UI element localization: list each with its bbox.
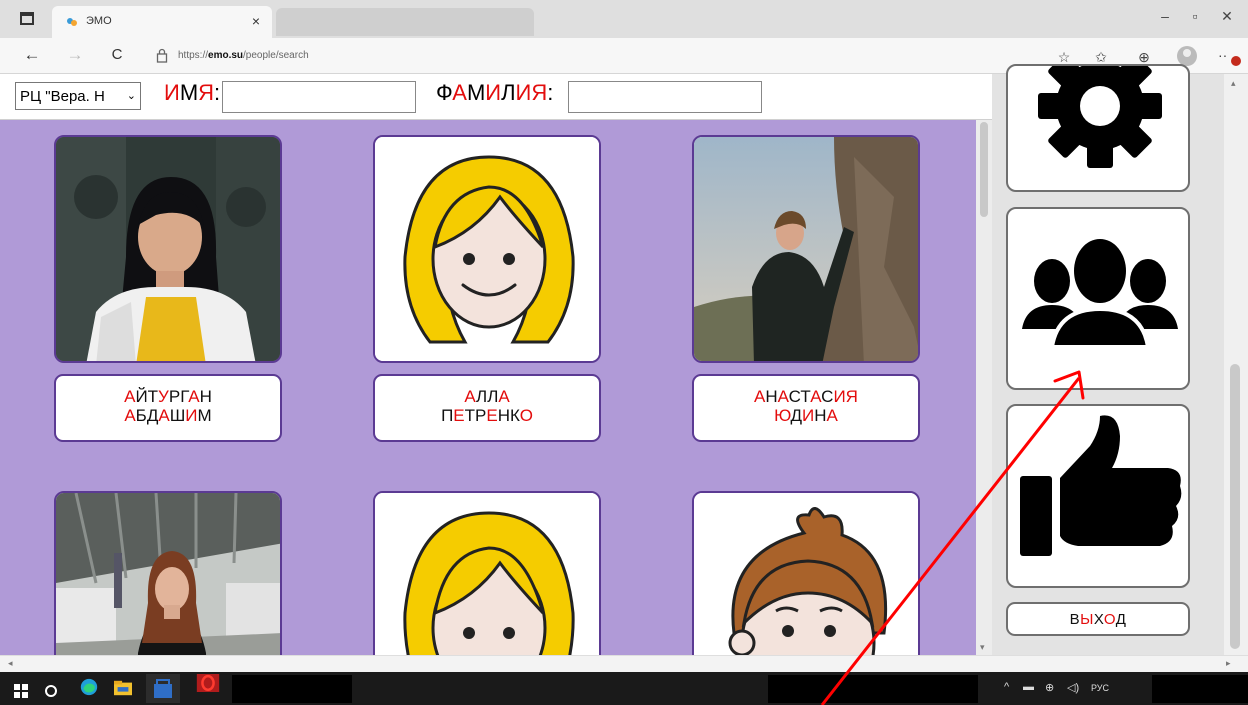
- last-name-label: ФАМИЛИЯ:: [436, 80, 554, 105]
- minimize-window-button[interactable]: –: [1150, 8, 1180, 24]
- lock-icon: [156, 48, 168, 63]
- people-button[interactable]: [1006, 207, 1190, 390]
- person-name-card[interactable]: АЙТУРГАН АБДАШИМ: [54, 374, 282, 442]
- page-scrollbar[interactable]: ▴: [1224, 74, 1248, 655]
- person-photo[interactable]: [54, 135, 282, 363]
- language-indicator[interactable]: РУС: [1091, 683, 1109, 693]
- url-text: https://emo.su/people/search: [178, 50, 309, 61]
- people-group-icon: [1022, 239, 1178, 349]
- tray-caret-icon[interactable]: ^: [1004, 681, 1009, 693]
- person-first-name: АЙТУРГАН: [124, 387, 212, 406]
- more-menu-icon[interactable]: ··: [1218, 47, 1227, 63]
- sidebar-menu: ВЫХОД: [992, 64, 1224, 655]
- person-last-name: ЮДИНА: [774, 406, 838, 425]
- address-bar[interactable]: https://emo.su/people/search: [146, 43, 1026, 69]
- person-avatar[interactable]: [373, 491, 601, 655]
- profile-avatar-icon[interactable]: [1177, 46, 1197, 66]
- person-last-name: АБДАШИМ: [124, 406, 212, 425]
- browser-tab-emo[interactable]: ЭМО ×: [52, 6, 272, 38]
- scroll-down-icon[interactable]: ▾: [980, 642, 985, 653]
- browser-tab-strip: ЭМО × – ▫ ✕: [0, 0, 1248, 38]
- person-photo[interactable]: [692, 135, 920, 363]
- back-button[interactable]: ←: [20, 45, 44, 65]
- person-last-name: ПЕТРЕНКО: [441, 406, 533, 425]
- forward-button[interactable]: →: [63, 45, 87, 65]
- person-first-name: АНАСТАСИЯ: [754, 387, 858, 406]
- scroll-left-icon[interactable]: ◂: [8, 658, 13, 669]
- reload-button[interactable]: C: [105, 46, 129, 63]
- person-name-card[interactable]: АЛЛА ПЕТРЕНКО: [373, 374, 601, 442]
- opera-browser-icon[interactable]: [190, 674, 226, 692]
- inactive-tab-area[interactable]: [276, 8, 534, 36]
- network-icon[interactable]: ▬: [1023, 681, 1034, 693]
- edge-browser-icon[interactable]: [78, 678, 100, 696]
- tab-title: ЭМО: [86, 15, 112, 27]
- person-first-name: АЛЛА: [464, 387, 510, 406]
- scroll-up-icon[interactable]: ▴: [1231, 78, 1236, 89]
- tab-actions-icon[interactable]: [20, 12, 34, 25]
- person-name-card[interactable]: АНАСТАСИЯ ЮДИНА: [692, 374, 920, 442]
- last-name-field[interactable]: [568, 81, 762, 113]
- store-icon: [154, 679, 172, 698]
- notification-badge: [1231, 56, 1241, 66]
- exit-button[interactable]: ВЫХОД: [1006, 602, 1190, 636]
- windows-taskbar: ^ ▬ ⊕ ◁) РУС: [0, 672, 1248, 705]
- first-name-label: ИМЯ:: [164, 80, 221, 105]
- search-icon[interactable]: [44, 682, 58, 700]
- organization-select[interactable]: РЦ "Вера. Н ⌄: [15, 82, 141, 110]
- search-filters-bar: РЦ "Вера. Н ⌄ ИМЯ: ФАМИЛИЯ:: [0, 74, 992, 120]
- gear-icon: [1038, 66, 1162, 168]
- chevron-down-icon: ⌄: [126, 90, 136, 102]
- close-window-button[interactable]: ✕: [1212, 8, 1242, 25]
- redacted-area: [232, 675, 352, 703]
- windows-start-icon[interactable]: [14, 682, 28, 700]
- person-avatar[interactable]: [692, 491, 920, 655]
- redacted-area: [1152, 675, 1248, 703]
- maximize-window-button[interactable]: ▫: [1180, 8, 1210, 24]
- gallery-scrollbar-thumb[interactable]: [980, 122, 988, 217]
- taskbar-app-slot[interactable]: [146, 674, 180, 703]
- connection-icon[interactable]: ⊕: [1045, 681, 1054, 694]
- organization-select-value: РЦ "Вера. Н: [20, 88, 105, 105]
- redacted-area: [768, 675, 978, 703]
- tab-close-icon[interactable]: ×: [252, 13, 260, 29]
- settings-button[interactable]: [1006, 64, 1190, 192]
- first-name-field[interactable]: [222, 81, 416, 113]
- scroll-right-icon[interactable]: ▸: [1226, 658, 1231, 669]
- horizontal-scrollbar[interactable]: ◂ ▸: [0, 655, 1248, 672]
- likes-button[interactable]: [1006, 404, 1190, 588]
- gallery-scrollbar[interactable]: ▾: [976, 120, 992, 655]
- site-favicon-icon: [67, 18, 77, 26]
- file-explorer-icon[interactable]: [112, 679, 134, 697]
- thumbs-up-icon: [1020, 415, 1182, 556]
- page-scrollbar-thumb[interactable]: [1230, 364, 1240, 649]
- person-avatar[interactable]: [373, 135, 601, 363]
- volume-icon[interactable]: ◁): [1067, 681, 1079, 694]
- person-photo[interactable]: [54, 491, 282, 655]
- people-gallery: АЙТУРГАН АБДАШИМ АЛЛА ПЕТРЕНКО АНАСТАСИЯ…: [0, 120, 976, 655]
